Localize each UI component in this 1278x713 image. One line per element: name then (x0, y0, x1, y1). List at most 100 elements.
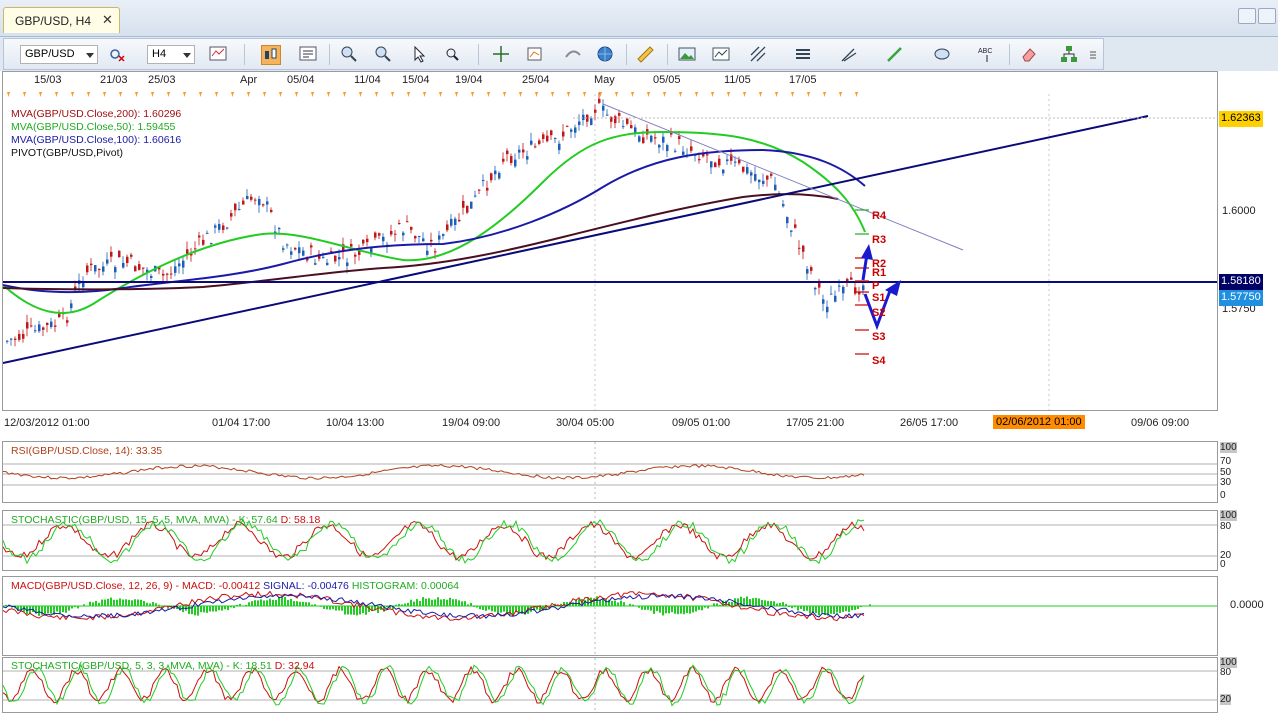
candle-body (142, 267, 145, 269)
stochastic2-pane[interactable]: STOCHASTIC(GBP/USD, 5, 3, 3, MVA, MVA) -… (2, 657, 1218, 713)
macd-histogram-bar (476, 606, 478, 608)
candle-body (522, 149, 525, 153)
date-tick (695, 92, 698, 97)
zoom-in-icon[interactable] (340, 45, 358, 63)
stochastic1-pane[interactable]: STOCHASTIC(GBP/USD, 15, 5, 5, MVA, MVA) … (2, 510, 1218, 571)
date-tick (295, 92, 298, 97)
crosshair-icon[interactable] (492, 45, 510, 63)
stochastic2-k-value: K: 18.51 (232, 660, 272, 672)
candle-body (202, 239, 205, 245)
candle-body (302, 250, 305, 256)
candle-body (346, 262, 349, 267)
date-tick (199, 92, 202, 97)
date-tick (487, 92, 490, 97)
top-date-label: 25/04 (522, 74, 550, 86)
template-icon[interactable] (712, 45, 730, 63)
globe-icon[interactable] (596, 45, 614, 63)
macd-histogram-bar (404, 603, 406, 606)
date-tick (759, 92, 762, 97)
date-tick (503, 92, 506, 97)
candle-body (174, 266, 177, 273)
cursor-icon[interactable] (410, 45, 428, 63)
candle-body (6, 340, 9, 342)
zoom-out-icon[interactable] (374, 45, 392, 63)
macd-histogram-bar (686, 606, 688, 613)
pen-icon[interactable] (840, 45, 858, 63)
chart-tab[interactable]: GBP/USD, H4 ✕ (3, 7, 120, 33)
macd-histogram-bar (290, 598, 292, 606)
candle-body (30, 325, 33, 327)
macd-histogram-bar (269, 598, 271, 606)
macd-histogram-bar (611, 600, 613, 606)
price-pane[interactable]: R4 R3 R2 R1 P S1 S2 S3 S4 MVA(GBP/USD.Cl… (2, 71, 1218, 411)
candle-body (506, 150, 509, 155)
top-date-label: 15/03 (34, 74, 62, 86)
maximize-window-button[interactable] (1258, 8, 1276, 24)
indicator-icon[interactable] (526, 45, 544, 63)
stochastic2-label: STOCHASTIC(GBP/USD, 5, 3, 3, MVA, MVA) -… (11, 660, 314, 672)
candle-body (298, 247, 301, 254)
pivot-r4-label: R4 (872, 210, 887, 222)
date-tick (791, 92, 794, 97)
candle-body (54, 325, 57, 327)
more-icon[interactable] (1088, 45, 1098, 63)
candle-body (378, 233, 381, 236)
macd-histogram-bar (287, 599, 289, 606)
text-icon[interactable]: ABC (978, 45, 996, 63)
macd-histogram-bar (308, 602, 310, 606)
candle-body (486, 187, 489, 191)
restore-window-button[interactable] (1238, 8, 1256, 24)
candle-body (94, 265, 97, 272)
candle-body (102, 266, 105, 272)
candle-body (230, 213, 233, 217)
symbol-select[interactable]: GBP/USD (20, 45, 98, 64)
candle-body (314, 263, 317, 265)
candle-body (570, 129, 573, 132)
candle-body (118, 250, 121, 258)
macd-histogram-bar (773, 601, 775, 606)
top-date-label: 21/03 (100, 74, 128, 86)
date-tick (215, 92, 218, 97)
candle-body (578, 121, 581, 126)
candle-icon[interactable] (261, 45, 281, 65)
fibonacci-icon[interactable] (749, 45, 767, 63)
trend-icon[interactable] (564, 45, 582, 63)
candle-body (710, 161, 713, 168)
ellipse-icon[interactable] (933, 45, 951, 63)
bar-style-icon[interactable] (299, 45, 317, 63)
macd-histogram-bar (227, 606, 229, 611)
ruler-icon[interactable] (636, 45, 654, 63)
macd-histogram-bar (668, 606, 670, 614)
macd-histogram-bar (674, 606, 676, 614)
close-icon[interactable]: ✕ (102, 12, 113, 28)
candle-body (798, 247, 801, 249)
macd-histogram-bar (101, 599, 103, 606)
macd-pane[interactable]: MACD(GBP/USD.Close, 12, 26, 9) - MACD: -… (2, 576, 1218, 656)
macd-histogram-bar (839, 606, 841, 613)
stochastic1-d-value: D: 58.18 (280, 514, 321, 526)
macd-histogram-bar (137, 599, 139, 606)
candle-body (450, 218, 453, 226)
magnifier-icon[interactable] (444, 45, 462, 63)
timeframe-select[interactable]: H4 (147, 45, 195, 64)
macd-histogram-bar (200, 606, 202, 613)
chart-type-icon[interactable] (209, 45, 227, 63)
macd-histogram-bar (473, 606, 475, 607)
candle-body (654, 137, 657, 139)
candle-body (330, 251, 333, 253)
pencil-icon[interactable] (886, 45, 904, 63)
picture-icon[interactable] (678, 45, 696, 63)
macd-histogram-bar (128, 599, 130, 606)
macd-histogram-bar (455, 599, 457, 606)
eraser-icon[interactable] (1020, 45, 1038, 63)
macd-histogram-bar (485, 606, 487, 611)
date-tick (727, 92, 730, 97)
lines-icon[interactable] (794, 45, 812, 63)
candle-body (278, 227, 281, 230)
rsi-pane[interactable]: RSI(GBP/USD.Close, 14): 33.35 (2, 441, 1218, 503)
date-tick (551, 92, 554, 97)
date-tick (839, 92, 842, 97)
hierarchy-icon[interactable] (1060, 45, 1078, 63)
compare-icon[interactable] (108, 45, 126, 63)
legend-mva50: MVA(GBP/USD.Close,50): 1.59455 (11, 121, 176, 133)
